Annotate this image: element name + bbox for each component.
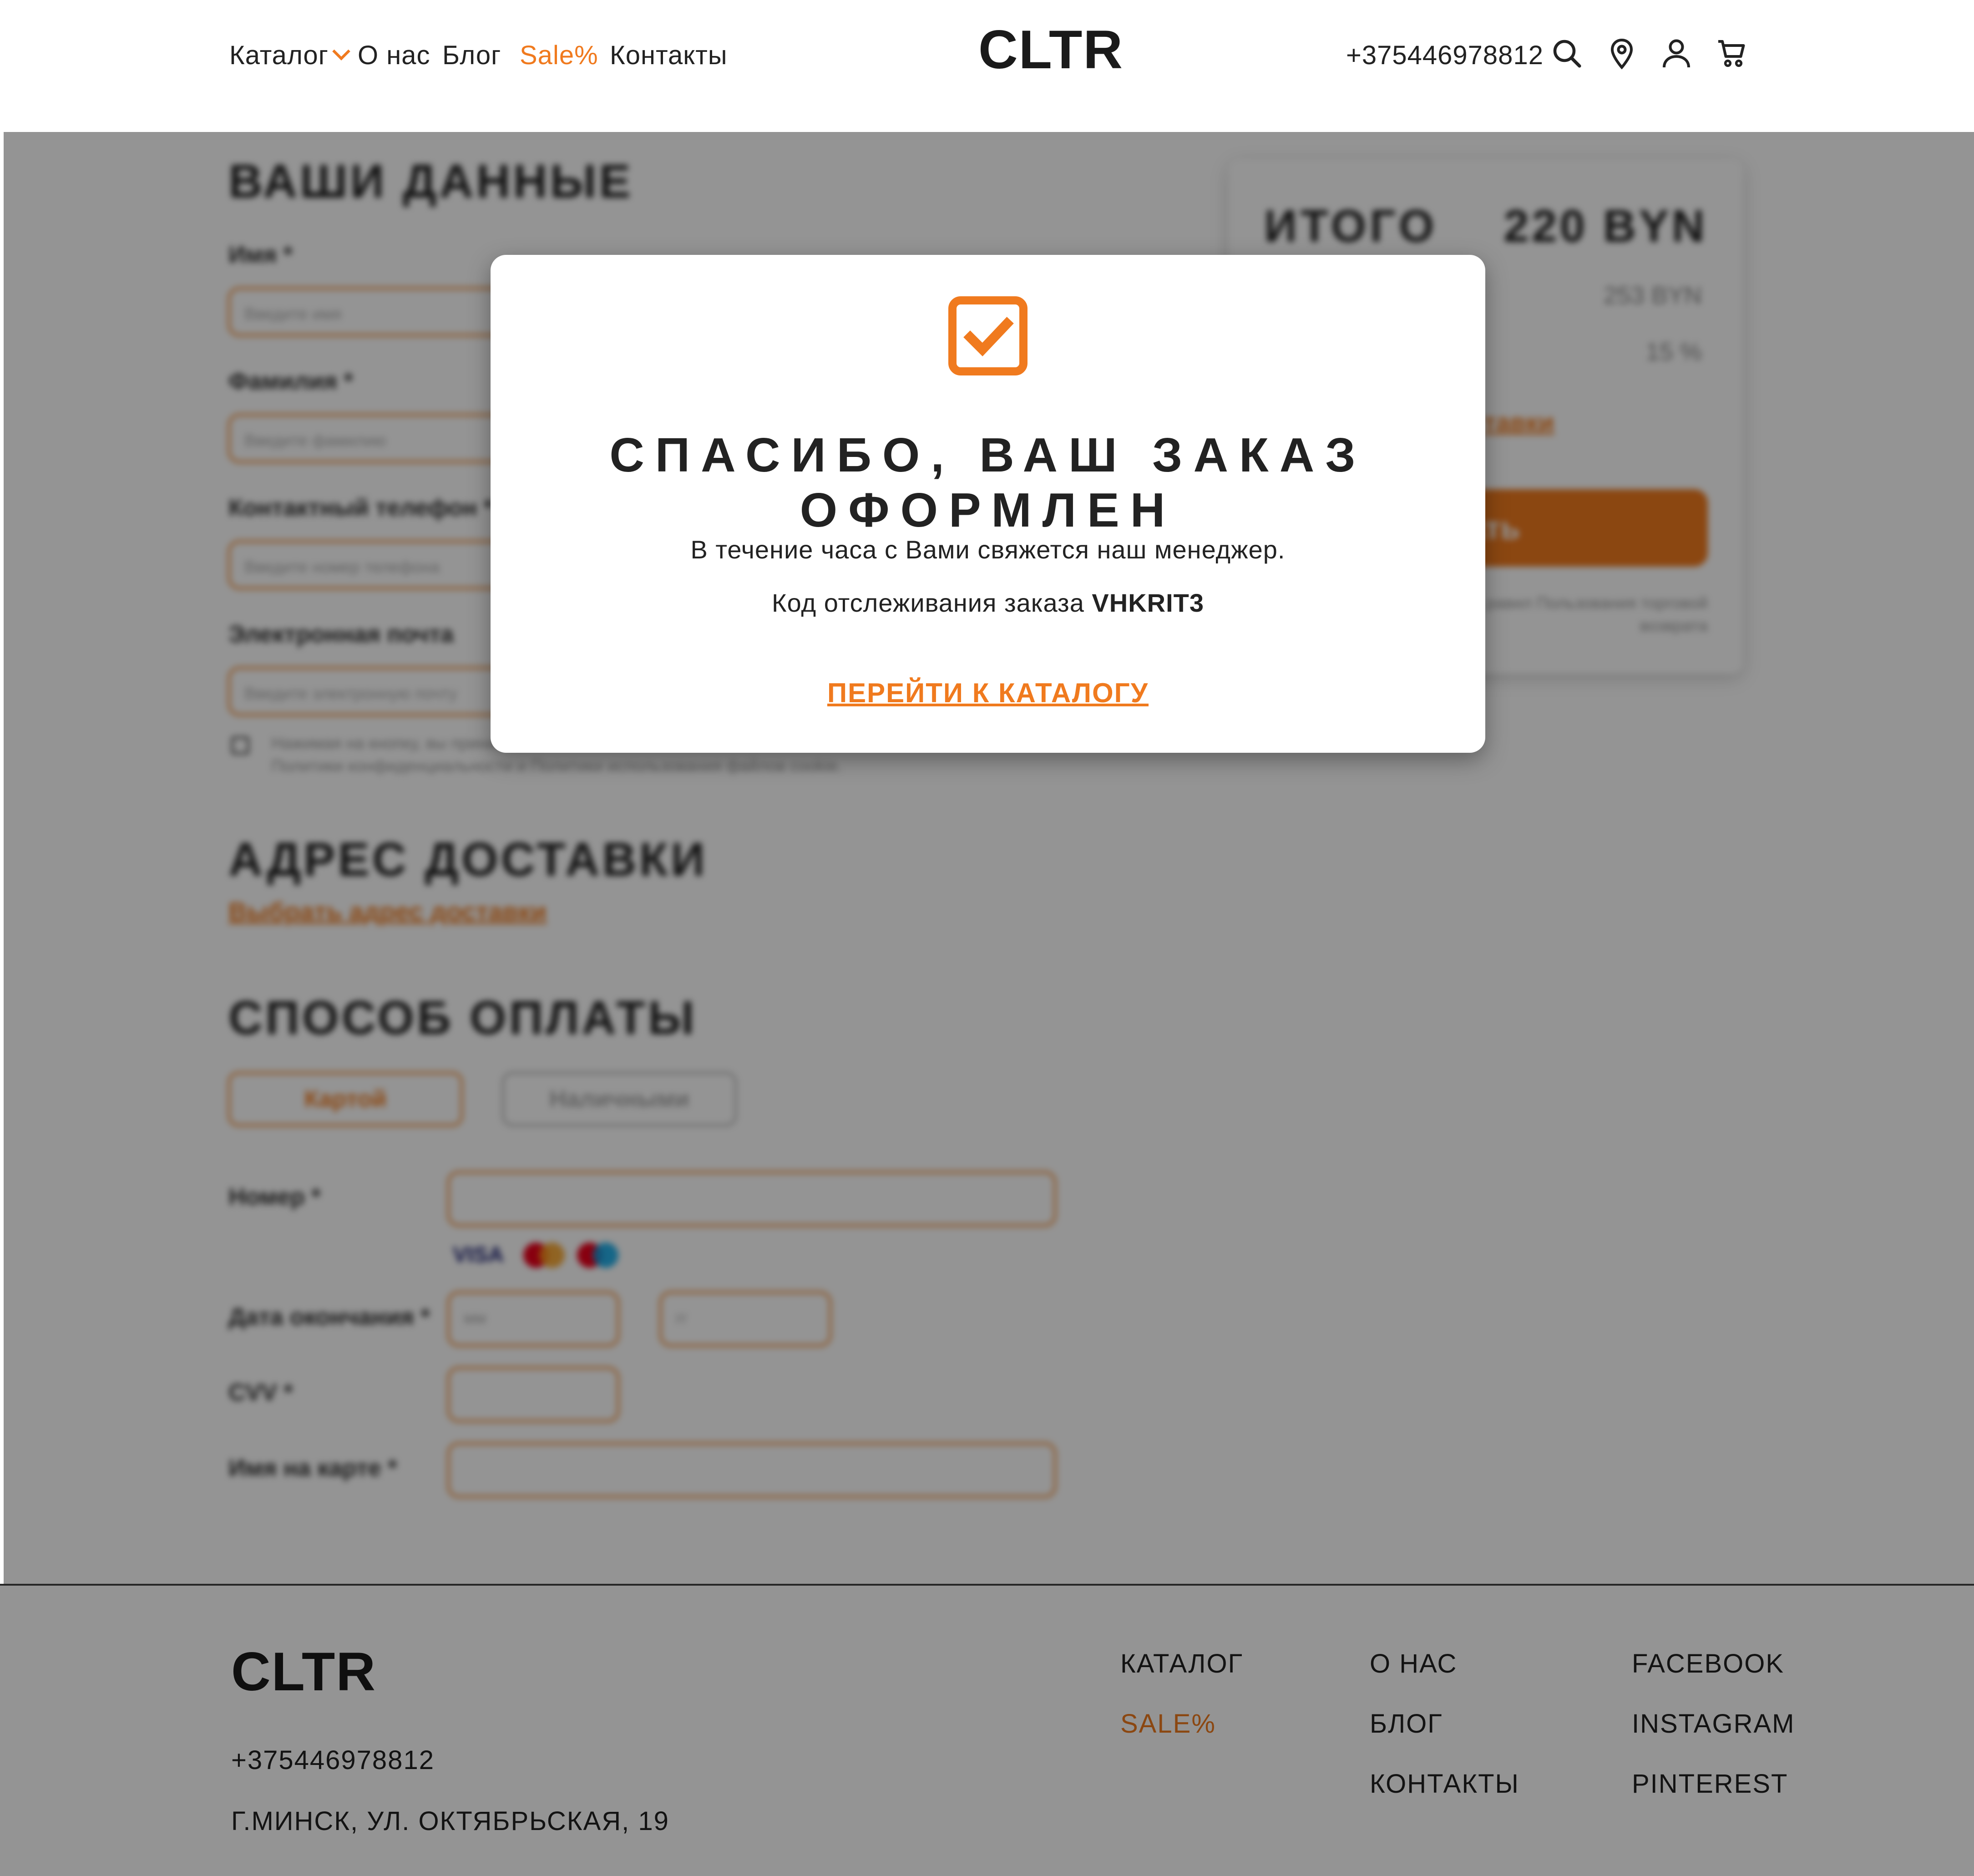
site-logo[interactable]: CLTR	[978, 18, 1124, 81]
go-to-catalog-link[interactable]: ПЕРЕЙТИ К КАТАЛОГУ	[491, 677, 1485, 709]
nav-sale[interactable]: Sale%	[520, 40, 598, 71]
search-icon[interactable]	[1551, 37, 1584, 70]
order-success-modal: СПАСИБО, ВАШ ЗАКАЗ ОФОРМЛЕН В течение ча…	[491, 255, 1485, 753]
user-icon[interactable]	[1660, 37, 1693, 70]
modal-title: СПАСИБО, ВАШ ЗАКАЗ ОФОРМЛЕН	[609, 428, 1367, 537]
site-header: Каталог О нас Блог Sale% Контакты CLTR +…	[0, 0, 1974, 132]
checked-box-icon	[948, 296, 1027, 375]
tracking-code-line: Код отслеживания заказа VHKRIT3	[491, 588, 1485, 618]
nav-about[interactable]: О нас	[358, 40, 430, 71]
nav-blog[interactable]: Блог	[442, 40, 501, 71]
nav-contacts[interactable]: Контакты	[610, 40, 728, 71]
nav-catalog-label: Каталог	[229, 41, 329, 70]
header-phone[interactable]: +375446978812	[1346, 40, 1544, 71]
checkout-page: Каталог О нас Блог Sale% Контакты CLTR +…	[0, 0, 1974, 1876]
tracking-code: VHKRIT3	[1092, 588, 1205, 617]
tracking-code-label: Код отслеживания заказа	[771, 588, 1084, 617]
chevron-down-icon	[332, 42, 350, 61]
cart-icon[interactable]	[1716, 37, 1748, 70]
location-icon[interactable]	[1605, 37, 1638, 70]
modal-message: В течение часа с Вами свяжется наш менед…	[690, 535, 1286, 564]
nav-catalog[interactable]: Каталог	[229, 40, 350, 71]
backdrop-edge	[0, 132, 4, 1584]
